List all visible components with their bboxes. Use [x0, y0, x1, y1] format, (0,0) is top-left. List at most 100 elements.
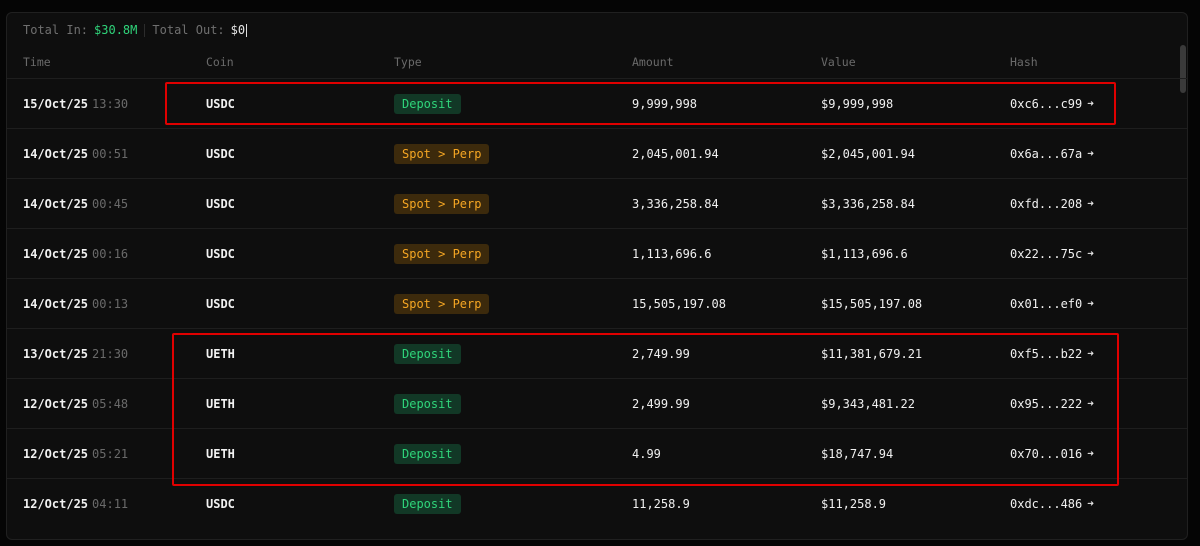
row-date: 14/Oct/25 [23, 146, 89, 161]
row-time: 00:45 [92, 196, 129, 211]
table-row[interactable]: 14/Oct/25 00:45 USDC Spot > Perp 3,336,258.8… [7, 178, 1187, 228]
hash-link[interactable]: 0xfd...208 ➜ [1010, 197, 1094, 211]
hash-link[interactable]: 0x95...222 ➜ [1010, 397, 1094, 411]
table-row[interactable]: 14/Oct/25 00:51 USDC Spot > Perp 2,045,001.9… [7, 128, 1187, 178]
amount-cell: 1,113,696.6 [632, 229, 711, 278]
type-badge: Deposit [394, 493, 461, 514]
hash-link[interactable]: 0x6a...67a ➜ [1010, 147, 1094, 161]
row-amount: 4.99 [632, 446, 661, 461]
row-value: $11,381,679.21 [821, 346, 923, 361]
hash-link[interactable]: 0xf5...b22 ➜ [1010, 347, 1094, 361]
type-cell: Deposit [394, 79, 461, 128]
column-header-amount[interactable]: Amount [632, 53, 674, 71]
table-header: Time Coin Type Amount Value Hash [7, 53, 1187, 71]
column-header-time[interactable]: Time [23, 53, 51, 71]
amount-cell: 2,499.99 [632, 379, 690, 428]
time-cell: 14/Oct/25 00:16 [23, 229, 128, 278]
column-header-coin[interactable]: Coin [206, 53, 234, 71]
row-hash: 0x6a...67a [1010, 146, 1083, 161]
row-time: 00:51 [92, 146, 129, 161]
type-badge: Spot > Perp [394, 293, 490, 314]
row-time: 05:21 [92, 446, 129, 461]
row-time: 04:11 [92, 496, 129, 511]
row-amount: 15,505,197.08 [632, 296, 726, 311]
column-header-value[interactable]: Value [821, 53, 856, 71]
time-cell: 13/Oct/25 21:30 [23, 329, 128, 378]
time-cell: 12/Oct/25 05:21 [23, 429, 128, 478]
table-row[interactable]: 15/Oct/25 13:30 USDC Deposit 9,999,998 $9,999… [7, 78, 1187, 128]
type-badge: Deposit [394, 443, 461, 464]
value-cell: $9,999,998 [821, 79, 893, 128]
table-row[interactable]: 12/Oct/25 04:11 USDC Deposit 11,258.9 $11,258… [7, 478, 1187, 528]
time-cell: 14/Oct/25 00:13 [23, 279, 128, 328]
row-value: $1,113,696.6 [821, 246, 908, 261]
row-hash: 0x22...75c [1010, 246, 1083, 261]
arrow-right-icon: ➜ [1087, 397, 1094, 410]
row-value: $15,505,197.08 [821, 296, 923, 311]
table-row[interactable]: 14/Oct/25 00:13 USDC Spot > Perp 15,505,197.… [7, 278, 1187, 328]
row-hash: 0x70...016 [1010, 446, 1083, 461]
row-hash: 0x01...ef0 [1010, 296, 1083, 311]
time-cell: 12/Oct/25 05:48 [23, 379, 128, 428]
row-date: 13/Oct/25 [23, 346, 89, 361]
row-amount: 2,045,001.94 [632, 146, 719, 161]
time-cell: 14/Oct/25 00:45 [23, 179, 128, 228]
table-row[interactable]: 13/Oct/25 21:30 UETH Deposit 2,749.99 $11,381… [7, 328, 1187, 378]
row-date: 12/Oct/25 [23, 446, 89, 461]
amount-cell: 3,336,258.84 [632, 179, 719, 228]
amount-cell: 15,505,197.08 [632, 279, 726, 328]
amount-cell: 11,258.9 [632, 479, 690, 528]
table-row[interactable]: 12/Oct/25 05:21 UETH Deposit 4.99 $18,747.94 0… [7, 428, 1187, 478]
arrow-right-icon: ➜ [1087, 147, 1094, 160]
row-time: 00:13 [92, 296, 129, 311]
column-header-hash[interactable]: Hash [1010, 53, 1038, 71]
table-row[interactable]: 12/Oct/25 05:48 UETH Deposit 2,499.99 $9,343,… [7, 378, 1187, 428]
row-time: 00:16 [92, 246, 129, 261]
row-time: 21:30 [92, 346, 129, 361]
value-cell: $15,505,197.08 [821, 279, 922, 328]
row-amount: 1,113,696.6 [632, 246, 712, 261]
type-badge: Spot > Perp [394, 143, 490, 164]
row-date: 12/Oct/25 [23, 396, 89, 411]
row-coin: USDC [206, 146, 235, 161]
row-coin: USDC [206, 96, 235, 111]
coin-cell: USDC [206, 79, 235, 128]
row-amount: 3,336,258.84 [632, 196, 719, 211]
total-out-value: $0 [230, 23, 246, 37]
hash-link[interactable]: 0xc6...c99 ➜ [1010, 97, 1094, 111]
row-amount: 11,258.9 [632, 496, 690, 511]
arrow-right-icon: ➜ [1087, 197, 1094, 210]
type-badge: Deposit [394, 343, 461, 364]
amount-cell: 9,999,998 [632, 79, 697, 128]
row-hash: 0xfd...208 [1010, 196, 1083, 211]
value-cell: $18,747.94 [821, 429, 893, 478]
row-value: $9,343,481.22 [821, 396, 915, 411]
hash-link[interactable]: 0xdc...486 ➜ [1010, 497, 1094, 511]
type-badge: Deposit [394, 93, 461, 114]
row-date: 14/Oct/25 [23, 296, 89, 311]
row-coin: UETH [206, 346, 235, 361]
row-coin: USDC [206, 296, 235, 311]
hash-link[interactable]: 0x01...ef0 ➜ [1010, 297, 1094, 311]
transfers-panel: Total In: $30.8M Total Out: $0 Time Coin… [6, 12, 1188, 540]
value-cell: $1,113,696.6 [821, 229, 908, 278]
summary-divider [144, 23, 146, 37]
coin-cell: UETH [206, 379, 235, 428]
row-value: $3,336,258.84 [821, 196, 915, 211]
hash-cell: 0x22...75c ➜ [1010, 229, 1094, 278]
value-cell: $11,258.9 [821, 479, 886, 528]
row-time: 13:30 [92, 96, 129, 111]
type-badge: Spot > Perp [394, 193, 490, 214]
row-coin: USDC [206, 196, 235, 211]
row-value: $9,999,998 [821, 96, 894, 111]
hash-link[interactable]: 0x70...016 ➜ [1010, 447, 1094, 461]
column-header-type[interactable]: Type [394, 53, 422, 71]
total-out-label: Total Out: [152, 23, 225, 37]
hash-link[interactable]: 0x22...75c ➜ [1010, 247, 1094, 261]
time-cell: 12/Oct/25 04:11 [23, 479, 128, 528]
row-date: 14/Oct/25 [23, 246, 89, 261]
type-cell: Deposit [394, 429, 461, 478]
table-row[interactable]: 14/Oct/25 00:16 USDC Spot > Perp 1,113,696.6… [7, 228, 1187, 278]
arrow-right-icon: ➜ [1087, 347, 1094, 360]
arrow-right-icon: ➜ [1087, 497, 1094, 510]
